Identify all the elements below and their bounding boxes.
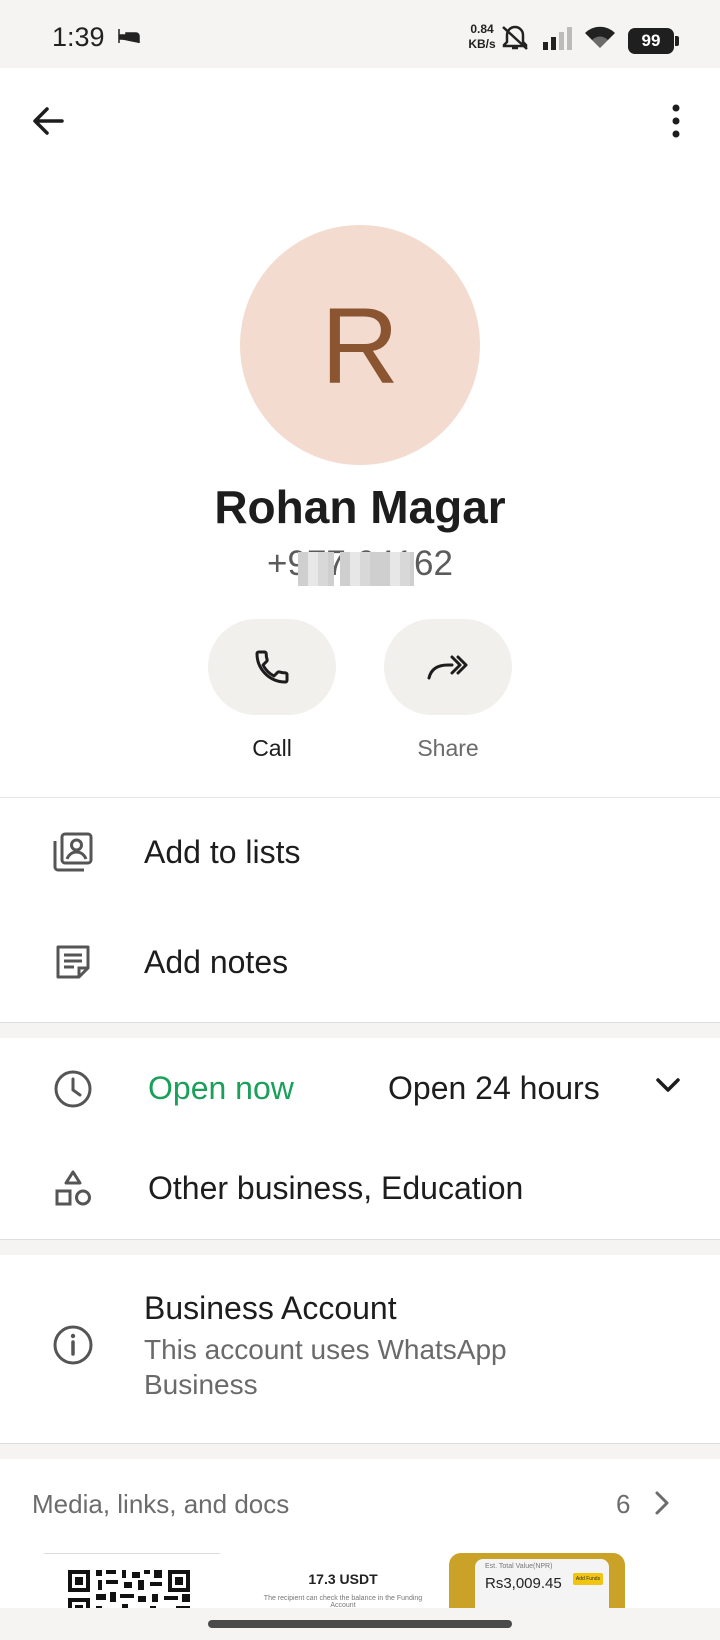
thumb-usdt-subtext: The recipient can check the balance in t… (263, 1595, 423, 1608)
photo-screen: Est. Total Value(NPR) Rs3,009.45 Add Fun… (475, 1559, 609, 1608)
net-speed-unit: KB/s (468, 37, 496, 51)
chevron-right-icon[interactable] (652, 1489, 672, 1522)
media-thumbnail-photo[interactable]: Est. Total Value(NPR) Rs3,009.45 Add Fun… (449, 1553, 625, 1608)
business-category: Other business, Education (148, 1170, 524, 1206)
share-button[interactable] (384, 619, 512, 715)
home-handle[interactable] (208, 1620, 512, 1628)
share-forward-icon (427, 655, 468, 680)
section-divider (0, 1022, 720, 1038)
phone-icon (255, 650, 289, 684)
back-button[interactable] (20, 93, 76, 149)
thumb-photo-label: Est. Total Value(NPR) (485, 1563, 553, 1570)
net-speed-value: 0.84 (470, 22, 494, 36)
notes-icon (48, 937, 98, 987)
navigation-bar (0, 1608, 720, 1640)
phone-redaction (380, 552, 414, 586)
status-bar: 1:39 0.84 KB/s 99 (0, 0, 720, 68)
more-vert-icon (672, 104, 680, 138)
add-to-lists-row[interactable]: Add to lists (0, 798, 720, 906)
signal-icon (542, 26, 572, 55)
bell-off-icon (500, 24, 530, 57)
qr-code-image (68, 1570, 190, 1608)
business-account-title: Business Account (144, 1290, 397, 1326)
sleep-icon (118, 28, 140, 49)
battery-icon: 99 (628, 27, 679, 54)
status-time: 1:39 (52, 22, 105, 52)
media-title: Media, links, and docs (32, 1489, 290, 1519)
more-options-button[interactable] (648, 93, 704, 149)
media-thumbnail-usdt[interactable]: 17.3 USDT The recipient can check the ba… (255, 1553, 431, 1608)
add-notes-row[interactable]: Add notes (0, 906, 720, 1014)
business-hours-row[interactable]: Open now Open 24 hours (0, 1038, 720, 1142)
contact-name: Rohan Magar (214, 481, 506, 533)
call-action[interactable]: Call (208, 619, 336, 762)
call-button[interactable] (208, 619, 336, 715)
hours-status: Open now (148, 1070, 294, 1106)
share-label: Share (417, 735, 479, 761)
contacts-list-icon (48, 827, 98, 877)
category-shapes-icon (48, 1164, 98, 1214)
status-icons: 99 (500, 24, 679, 57)
media-thumbnail-qr[interactable] (44, 1553, 220, 1608)
business-account-subtitle: This account uses WhatsApp Business (144, 1334, 507, 1400)
section-divider (0, 1239, 720, 1255)
info-icon (48, 1320, 98, 1370)
avatar[interactable]: R (240, 225, 480, 465)
media-count: 6 (616, 1489, 631, 1519)
net-speed: 0.84 KB/s (462, 22, 502, 52)
contact-info-screen: R Rohan Magar +977 64162 Call Share Add … (0, 68, 720, 1608)
share-action[interactable]: Share (384, 619, 512, 762)
wifi-icon (584, 26, 616, 55)
section-divider (0, 1443, 720, 1459)
thumb-photo-amount: Rs3,009.45 (485, 1575, 562, 1592)
phone-redaction (298, 552, 334, 586)
call-label: Call (252, 735, 292, 761)
add-to-lists-label: Add to lists (144, 834, 301, 870)
hours-detail: Open 24 hours (388, 1070, 600, 1106)
add-notes-label: Add notes (144, 944, 289, 980)
arrow-left-icon (33, 107, 64, 135)
chevron-down-icon[interactable] (655, 1076, 681, 1099)
business-category-row: Other business, Education (0, 1142, 720, 1238)
thumb-photo-button: Add Funds (573, 1573, 603, 1585)
thumb-usdt-amount: 17.3 USDT (308, 1571, 378, 1587)
clock-icon (48, 1064, 98, 1114)
